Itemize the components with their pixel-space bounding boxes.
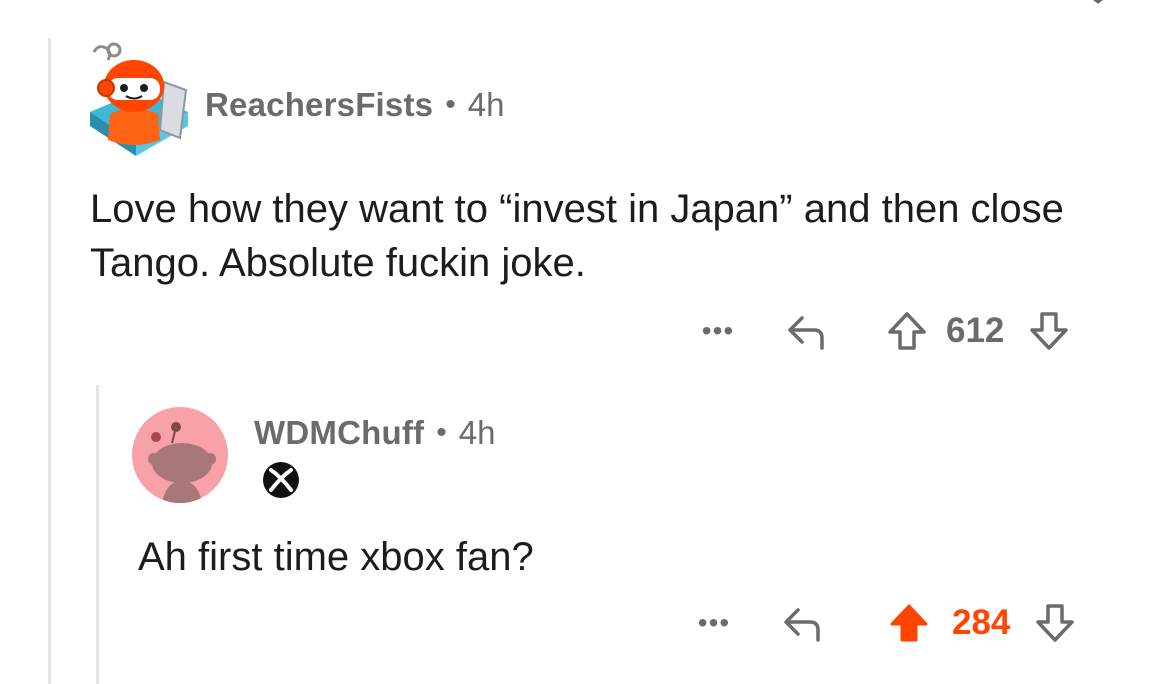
reply-icon[interactable] [784,308,830,354]
default-snoo-avatar-icon[interactable] [132,407,228,503]
more-options-button[interactable]: ••• [688,315,748,347]
timestamp[interactable]: 4h [468,86,505,124]
upvote-filled-icon[interactable] [886,600,932,646]
username-link[interactable]: WDMChuff [254,414,424,452]
timestamp[interactable]: 4h [459,414,496,452]
vote-score: 284 [952,603,1011,642]
downvote-icon[interactable] [1032,600,1078,646]
separator-dot: • [436,416,447,449]
downvote-icon[interactable] [1026,308,1072,354]
upvote-icon[interactable] [884,308,930,354]
reply-thread-line[interactable] [96,385,99,684]
clipped-top-content [1093,0,1103,4]
thread-line[interactable] [48,38,51,684]
reply-icon[interactable] [780,600,826,646]
xbox-logo-icon [263,462,299,498]
comment-header: WDMChuff • 4h [254,414,495,452]
comment-actions: ••• 284 [684,600,1078,646]
separator-dot: • [445,88,456,121]
comment-body: Ah first time xbox fan? [138,535,534,579]
username-link[interactable]: ReachersFists [205,86,433,124]
comment-actions: ••• 612 [688,308,1072,354]
comment-body: Love how they want to “invest in Japan” … [90,187,1064,285]
vote-score: 612 [946,311,1005,350]
more-options-button[interactable]: ••• [684,607,744,639]
comment-header: ReachersFists • 4h [205,86,504,124]
snoo-avatar-icon[interactable] [80,42,192,160]
